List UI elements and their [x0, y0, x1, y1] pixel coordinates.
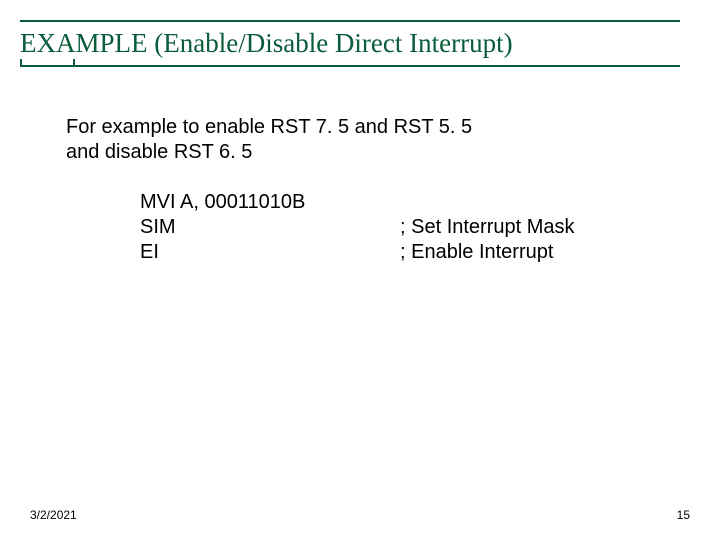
intro-text: For example to enable RST 7. 5 and RST 5…	[66, 115, 566, 165]
code-instruction: SIM	[140, 215, 400, 240]
code-row-3: EI ; Enable Interrupt	[140, 240, 575, 265]
intro-line-1: For example to enable RST 7. 5 and RST 5…	[66, 115, 566, 140]
title-rule-top	[20, 20, 680, 22]
code-comment: ; Enable Interrupt	[400, 240, 553, 265]
title-notch	[20, 59, 75, 65]
title-rule-bottom	[20, 65, 680, 67]
code-row-1: MVI A, 00011010B	[140, 190, 575, 215]
intro-line-2: and disable RST 6. 5	[66, 140, 566, 165]
code-row-2: SIM ; Set Interrupt Mask	[140, 215, 575, 240]
slide: EXAMPLE (Enable/Disable Direct Interrupt…	[0, 0, 720, 540]
code-block: MVI A, 00011010B SIM ; Set Interrupt Mas…	[140, 190, 575, 265]
title-block: EXAMPLE (Enable/Disable Direct Interrupt…	[20, 20, 680, 67]
footer-date: 3/2/2021	[30, 508, 77, 522]
footer-page-number: 15	[677, 508, 690, 522]
code-instruction: EI	[140, 240, 400, 265]
code-comment: ; Set Interrupt Mask	[400, 215, 575, 240]
slide-title: EXAMPLE (Enable/Disable Direct Interrupt…	[20, 28, 680, 65]
code-instruction: MVI A, 00011010B	[140, 190, 400, 215]
